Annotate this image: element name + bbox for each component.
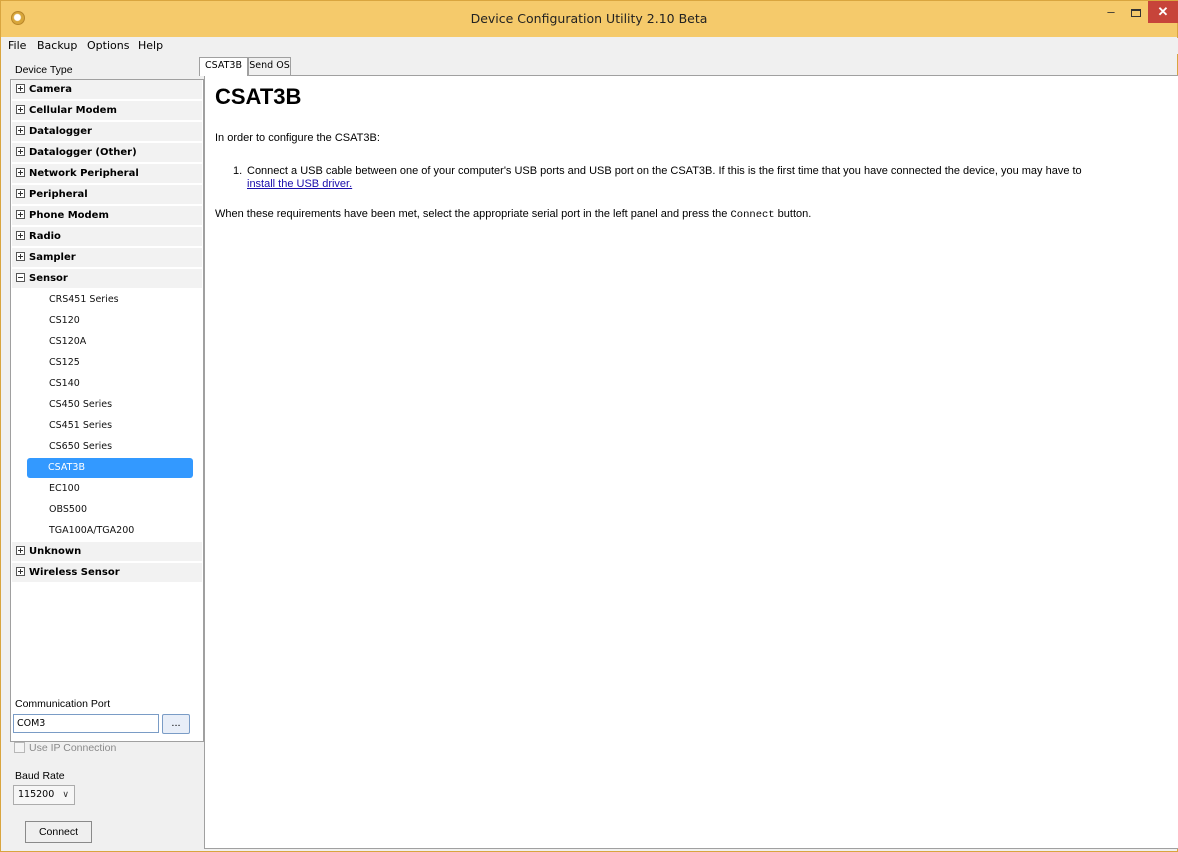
expand-icon[interactable] <box>16 189 25 198</box>
tree-category-label: Radio <box>29 231 61 242</box>
content-pane: CSAT3B In order to configure the CSAT3B:… <box>204 75 1178 849</box>
tree-item-tga100a-tga200[interactable]: TGA100A/TGA200 <box>12 521 202 541</box>
step-number: 1. <box>233 165 243 177</box>
tree-category-cellular-modem[interactable]: Cellular Modem <box>12 101 202 121</box>
title-bar[interactable]: Device Configuration Utility 2.10 Beta –… <box>1 1 1178 37</box>
expand-icon[interactable] <box>16 105 25 114</box>
expand-icon[interactable] <box>16 168 25 177</box>
tree-item-crs451-series[interactable]: CRS451 Series <box>12 290 202 310</box>
tree-category-label: Cellular Modem <box>29 105 117 116</box>
intro-text: In order to configure the CSAT3B: <box>215 132 380 144</box>
left-panel: Device Type Camera Cellular Modem Datalogg… <box>10 59 204 849</box>
expand-icon[interactable] <box>16 252 25 261</box>
browse-port-button[interactable]: ... <box>162 714 190 734</box>
tree-item-ec100[interactable]: EC100 <box>12 479 202 499</box>
device-tree[interactable]: Camera Cellular Modem Datalogger Datalogger… <box>10 79 204 742</box>
expand-icon[interactable] <box>16 546 25 555</box>
expand-icon[interactable] <box>16 231 25 240</box>
requirements-text: When these requirements have been met, s… <box>215 208 811 221</box>
tree-item-cs120a[interactable]: CS120A <box>12 332 202 352</box>
connect-button[interactable]: Connect <box>25 821 92 843</box>
tree-item-cs650-series[interactable]: CS650 Series <box>12 437 202 457</box>
menu-backup[interactable]: Backup <box>37 39 77 52</box>
expand-icon[interactable] <box>16 147 25 156</box>
tree-category-network-peripheral[interactable]: Network Peripheral <box>12 164 202 184</box>
tree-category-label: Sampler <box>29 252 76 263</box>
maximize-icon <box>1131 8 1141 17</box>
menu-options[interactable]: Options <box>87 39 129 52</box>
install-usb-driver-link[interactable]: install the USB driver. <box>247 178 352 190</box>
page-title: CSAT3B <box>215 84 302 109</box>
tree-category-phone-modem[interactable]: Phone Modem <box>12 206 202 226</box>
minimize-icon: – <box>1107 4 1115 19</box>
menu-help[interactable]: Help <box>138 39 163 52</box>
tree-item-cs120[interactable]: CS120 <box>12 311 202 331</box>
requirements-before: When these requirements have been met, s… <box>215 208 728 220</box>
close-icon: ✕ <box>1157 4 1169 19</box>
use-ip-checkbox[interactable] <box>14 742 25 753</box>
expand-icon[interactable] <box>16 210 25 219</box>
tree-category-label: Network Peripheral <box>29 168 139 179</box>
tree-item-cs125[interactable]: CS125 <box>12 353 202 373</box>
tree-category-datalogger[interactable]: Datalogger <box>12 122 202 142</box>
baud-rate-label: Baud Rate <box>15 770 65 782</box>
tree-item-cs450-series[interactable]: CS450 Series <box>12 395 202 415</box>
tree-item-obs500[interactable]: OBS500 <box>12 500 202 520</box>
tree-category-unknown[interactable]: Unknown <box>12 542 202 562</box>
tree-category-label: Datalogger <box>29 126 92 137</box>
requirements-after: button. <box>777 208 812 220</box>
tree-category-sampler[interactable]: Sampler <box>12 248 202 268</box>
step-text: Connect a USB cable between one of your … <box>233 165 1169 191</box>
menu-bar: File Backup Options Help <box>2 38 1178 54</box>
collapse-icon[interactable] <box>16 273 25 282</box>
step-item: 1. Connect a USB cable between one of yo… <box>233 165 1169 191</box>
window-title: Device Configuration Utility 2.10 Beta <box>470 11 708 26</box>
app-window: Device Configuration Utility 2.10 Beta –… <box>0 0 1178 852</box>
close-button[interactable]: ✕ <box>1148 1 1178 23</box>
tree-category-label: Wireless Sensor <box>29 567 120 578</box>
menu-file[interactable]: File <box>8 39 26 52</box>
minimize-button[interactable]: – <box>1098 1 1124 23</box>
tree-item-csat3b[interactable]: CSAT3B <box>27 458 193 478</box>
communication-port-input[interactable]: COM3 <box>13 714 159 733</box>
tree-category-radio[interactable]: Radio <box>12 227 202 247</box>
tree-category-sensor[interactable]: Sensor <box>12 269 202 289</box>
expand-icon[interactable] <box>16 126 25 135</box>
tab-csat3b[interactable]: CSAT3B <box>199 57 248 76</box>
tree-category-label: Peripheral <box>29 189 88 200</box>
chevron-down-icon: ∨ <box>62 790 69 800</box>
tree-category-wireless-sensor[interactable]: Wireless Sensor <box>12 563 202 583</box>
baud-rate-select[interactable]: 115200 ∨ <box>13 785 75 805</box>
tree-category-label: Camera <box>29 84 72 95</box>
tree-item-cs140[interactable]: CS140 <box>12 374 202 394</box>
expand-icon[interactable] <box>16 84 25 93</box>
device-type-label: Device Type <box>15 64 73 76</box>
tree-category-label: Sensor <box>29 273 68 284</box>
tree-item-cs451-series[interactable]: CS451 Series <box>12 416 202 436</box>
expand-icon[interactable] <box>16 567 25 576</box>
tree-category-datalogger-other[interactable]: Datalogger (Other) <box>12 143 202 163</box>
tree-category-label: Unknown <box>29 546 82 557</box>
tree-category-label: Phone Modem <box>29 210 109 221</box>
tree-category-camera[interactable]: Camera <box>12 80 202 100</box>
maximize-button[interactable] <box>1124 1 1148 23</box>
requirements-code: Connect <box>730 209 775 221</box>
communication-port-label: Communication Port <box>15 698 111 710</box>
tree-category-label: Datalogger (Other) <box>29 147 137 158</box>
tree-category-peripheral[interactable]: Peripheral <box>12 185 202 205</box>
use-ip-label: Use IP Connection <box>29 742 117 754</box>
baud-rate-value: 115200 <box>18 789 55 800</box>
step-description: Connect a USB cable between one of your … <box>247 165 1082 177</box>
tab-send-os[interactable]: Send OS <box>248 57 291 75</box>
